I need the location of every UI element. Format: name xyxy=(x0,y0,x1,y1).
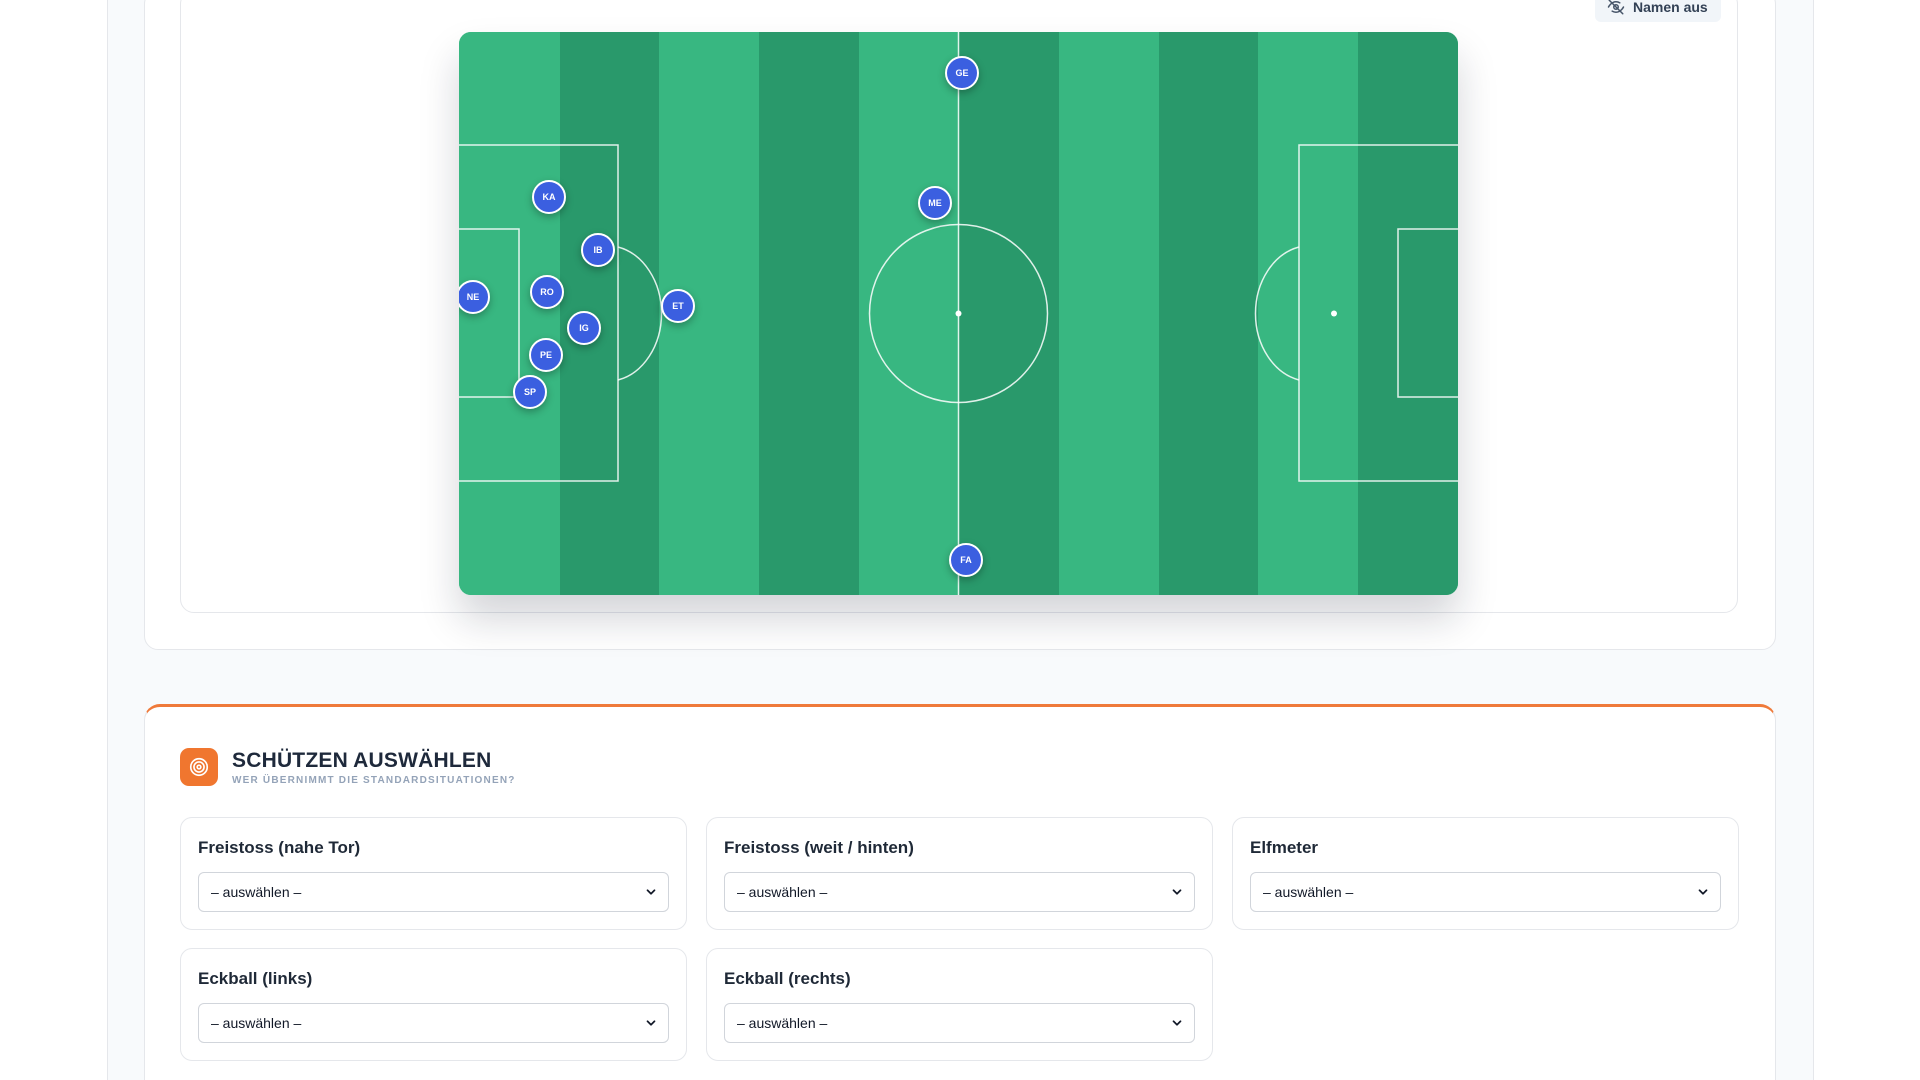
player-token[interactable]: IB xyxy=(581,233,615,267)
field-card-freistoss-nah: Freistoss (nahe Tor) – auswählen – xyxy=(180,817,687,930)
player-token[interactable]: IG xyxy=(567,311,601,345)
field-card-eckball-rechts: Eckball (rechts) – auswählen – xyxy=(706,948,1213,1061)
field-label: Freistoss (nahe Tor) xyxy=(198,838,361,857)
eckball-links-select[interactable]: – auswählen – xyxy=(198,1003,669,1043)
section-title: SCHÜTZEN AUSWÄHLEN xyxy=(232,748,492,772)
section-subtitle: WER ÜBERNIMMT DIE STANDARDSITUATIONEN? xyxy=(232,774,516,786)
field-card-freistoss-weit: Freistoss (weit / hinten) – auswählen – xyxy=(706,817,1213,930)
target-icon xyxy=(180,748,218,786)
player-token[interactable]: KA xyxy=(532,180,566,214)
names-toggle-label: Namen aus xyxy=(1633,0,1708,15)
select-value: – auswählen – xyxy=(737,884,828,900)
eckball-rechts-select[interactable]: – auswählen – xyxy=(724,1003,1195,1043)
chevron-down-icon xyxy=(1698,889,1708,895)
field-label: Eckball (links) xyxy=(198,969,313,988)
player-token[interactable]: RO xyxy=(530,275,564,309)
select-value: – auswählen – xyxy=(1263,884,1354,900)
chevron-down-icon xyxy=(1172,1020,1182,1026)
set-pieces-header: SCHÜTZEN AUSWÄHLEN WER ÜBERNIMMT DIE STA… xyxy=(180,748,516,786)
player-token[interactable]: PE xyxy=(529,338,563,372)
player-token[interactable]: GE xyxy=(945,56,979,90)
player-token[interactable]: ME xyxy=(918,186,952,220)
chevron-down-icon xyxy=(1172,889,1182,895)
select-value: – auswählen – xyxy=(211,884,302,900)
freistoss-weit-select[interactable]: – auswählen – xyxy=(724,872,1195,912)
eye-off-icon xyxy=(1607,0,1625,15)
field-card-eckball-links: Eckball (links) – auswählen – xyxy=(180,948,687,1061)
field-card-elfmeter: Elfmeter – auswählen – xyxy=(1232,817,1739,930)
elfmeter-select[interactable]: – auswählen – xyxy=(1250,872,1721,912)
select-value: – auswählen – xyxy=(737,1015,828,1031)
freistoss-nah-select[interactable]: – auswählen – xyxy=(198,872,669,912)
field-label: Freistoss (weit / hinten) xyxy=(724,838,914,857)
select-value: – auswählen – xyxy=(211,1015,302,1031)
chevron-down-icon xyxy=(646,889,656,895)
names-toggle-button[interactable]: Namen aus xyxy=(1595,0,1721,22)
player-token[interactable]: SP xyxy=(513,375,547,409)
chevron-down-icon xyxy=(646,1020,656,1026)
player-token[interactable]: ET xyxy=(661,289,695,323)
soccer-pitch[interactable]: GE ME KA IB NE RO ET IG PE SP FA xyxy=(459,32,1458,595)
field-label: Elfmeter xyxy=(1250,838,1319,857)
player-token[interactable]: FA xyxy=(949,543,983,577)
field-label: Eckball (rechts) xyxy=(724,969,851,988)
pitch-lines xyxy=(459,32,1458,595)
